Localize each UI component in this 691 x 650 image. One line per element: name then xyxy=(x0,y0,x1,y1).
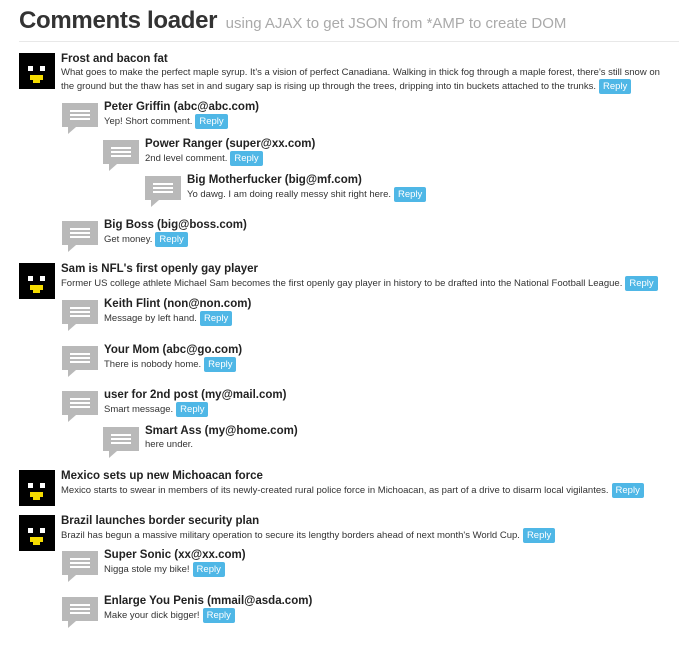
comment-icon xyxy=(62,346,98,377)
comment-text: Yo dawg. I am doing really messy shit ri… xyxy=(187,187,427,202)
post-text: Former US college athlete Michael Sam be… xyxy=(61,276,666,291)
comment-text: Message by left hand. Reply xyxy=(104,311,251,326)
comment-author: user for 2nd post (my@mail.com) xyxy=(104,389,287,401)
reply-button[interactable]: Reply xyxy=(204,357,237,372)
reply-button[interactable]: Reply xyxy=(176,402,209,417)
comment-icon xyxy=(103,427,139,458)
comment-icon xyxy=(62,103,98,134)
page-title: Comments loader xyxy=(19,7,218,34)
comment-icon xyxy=(62,391,98,422)
reply-button[interactable]: Reply xyxy=(522,528,556,543)
reply-button[interactable]: Reply xyxy=(611,483,644,498)
post-avatar-icon xyxy=(19,515,55,551)
post-title: Frost and bacon fat xyxy=(61,53,168,65)
post-title: Sam is NFL's first openly gay player xyxy=(61,263,259,275)
comment-author: Power Ranger (super@xx.com) xyxy=(145,138,316,150)
comment-text: Yep! Short comment. Reply xyxy=(104,114,259,129)
comment-text: Get money. Reply xyxy=(104,232,247,247)
reply-button[interactable]: Reply xyxy=(195,114,228,129)
comment-author: Peter Griffin (abc@abc.com) xyxy=(104,101,259,113)
comment-text: Make your dick bigger! Reply xyxy=(104,608,312,623)
comment-text: Nigga stole my bike! Reply xyxy=(104,562,246,577)
post-text: Brazil has begun a massive military oper… xyxy=(61,528,666,543)
reply-button[interactable]: Reply xyxy=(230,151,263,166)
comment-icon xyxy=(62,551,98,582)
reply-button[interactable]: Reply xyxy=(155,232,188,247)
comment-author: Enlarge You Penis (mmail@asda.com) xyxy=(104,595,313,607)
post-avatar-icon xyxy=(19,263,55,299)
comment-icon xyxy=(145,176,181,207)
comment-text: There is nobody home. Reply xyxy=(104,357,242,372)
comment-icon xyxy=(62,597,98,628)
comment-icon xyxy=(62,300,98,331)
reply-button[interactable]: Reply xyxy=(199,311,233,326)
comment-author: Keith Flint (non@non.com) xyxy=(104,298,252,310)
comment-author: Your Mom (abc@go.com) xyxy=(104,344,243,356)
post-title: Brazil launches border security plan xyxy=(61,515,260,527)
page-header: Comments loader using AJAX to get JSON f… xyxy=(19,7,679,42)
post-text: Mexico starts to swear in members of its… xyxy=(61,483,666,498)
comment-text: 2nd level comment. Reply xyxy=(145,151,315,166)
post-title: Mexico sets up new Michoacan force xyxy=(61,470,263,482)
comment-icon xyxy=(62,221,98,252)
page-subtitle: using AJAX to get JSON from *AMP to crea… xyxy=(225,15,567,32)
reply-button[interactable]: Reply xyxy=(192,562,225,577)
reply-button[interactable]: Reply xyxy=(202,608,235,623)
reply-button[interactable]: Reply xyxy=(394,187,427,202)
comment-author: Big Motherfucker (big@mf.com) xyxy=(187,174,362,186)
reply-button[interactable]: Reply xyxy=(598,79,632,94)
comment-icon xyxy=(103,140,139,171)
reply-button[interactable]: Reply xyxy=(625,276,658,291)
comment-author: Smart Ass (my@home.com) xyxy=(145,425,298,437)
comment-author: Big Boss (big@boss.com) xyxy=(104,219,247,231)
post-avatar-icon xyxy=(19,53,55,89)
comment-text: here under. xyxy=(145,439,194,450)
post-text: What goes to make the perfect maple syru… xyxy=(61,67,660,94)
post-avatar-icon xyxy=(19,470,55,506)
comment-author: Super Sonic (xx@xx.com) xyxy=(104,549,246,561)
comment-text: Smart message. Reply xyxy=(104,402,286,417)
